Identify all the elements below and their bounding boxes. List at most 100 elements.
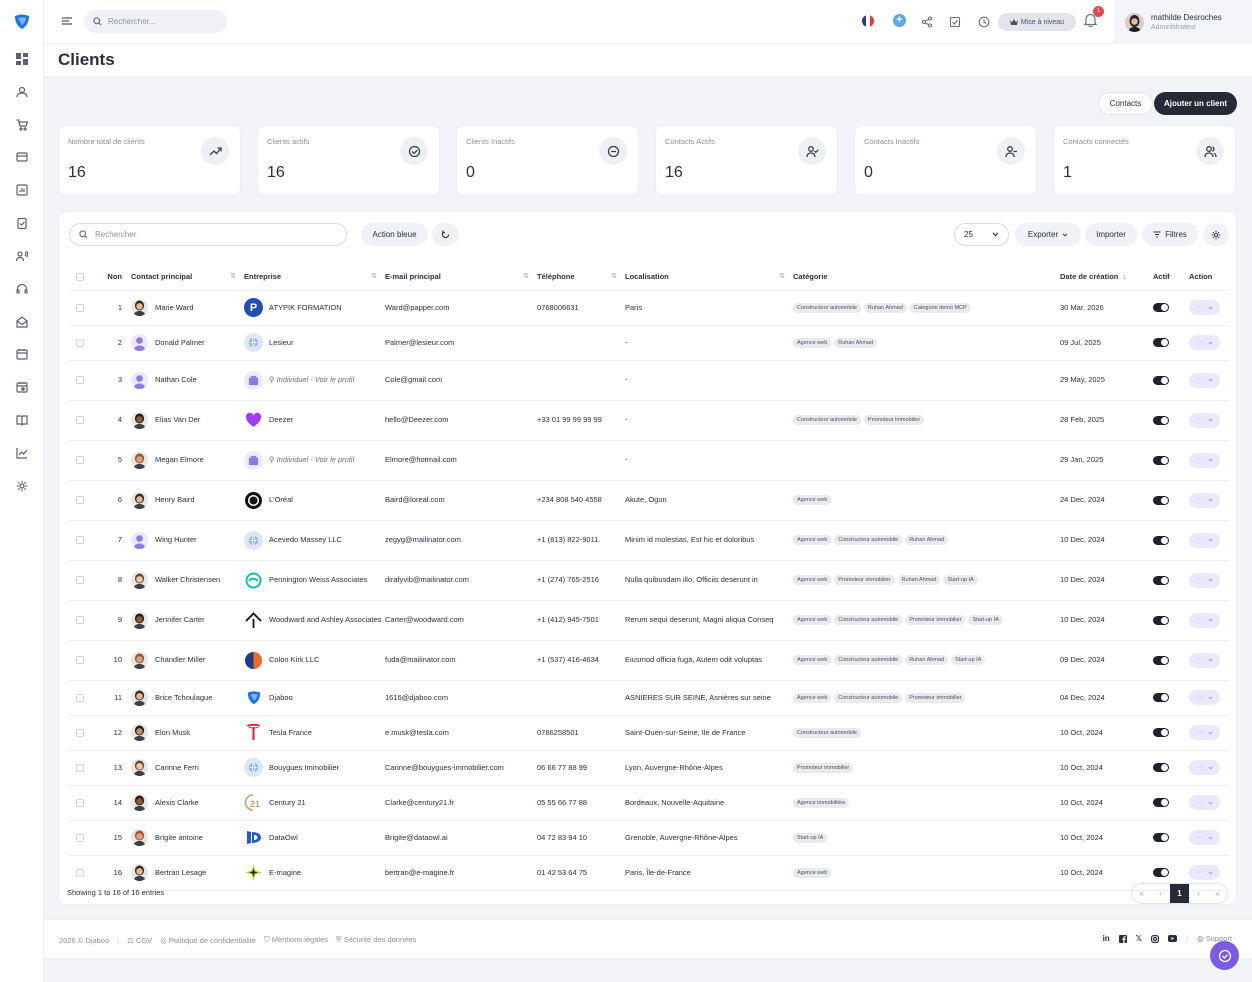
table-row[interactable]: 5 Megan Elmore ⚲ Individuel - Voir le pr…	[69, 440, 1229, 481]
privacy-link[interactable]: ◎ Politique de confidentialité	[160, 936, 256, 945]
contact-cell[interactable]: Alexis Clarke	[131, 785, 244, 821]
djaboo-logo-icon[interactable]	[13, 13, 31, 31]
active-toggle[interactable]	[1153, 693, 1169, 702]
contact-cell[interactable]: Chandler Miller	[131, 640, 244, 681]
company-name[interactable]: ATYPIK FORMATION	[269, 302, 342, 314]
user-menu[interactable]: mathilde Desroches Administrateur	[1114, 0, 1252, 44]
youtube-icon[interactable]	[1168, 935, 1178, 942]
column-settings-icon[interactable]	[1203, 223, 1229, 246]
table-row[interactable]: 7 Wing Hunter Acevedo Massey LLC zegyg@m…	[69, 520, 1229, 561]
contact-cell[interactable]: Elias Van Der	[131, 400, 244, 441]
linkedin-icon[interactable]: in	[1103, 934, 1110, 943]
row-checkbox[interactable]	[69, 290, 95, 326]
email-cell[interactable]: zegyg@mailinator.com	[385, 520, 537, 561]
table-row[interactable]: 10 Chandler Miller Colon Kirk LLC fuda@m…	[69, 640, 1229, 681]
table-row[interactable]: 15 Brigite antoine DataOwl Brigite@datao…	[69, 820, 1229, 856]
row-action-dropdown[interactable]: ···	[1189, 372, 1220, 388]
mail-open-icon[interactable]	[14, 314, 30, 330]
row-action-dropdown[interactable]: ···	[1189, 532, 1220, 548]
table-row[interactable]: 12 Elon Musk Tesla France e.musk@tesla.c…	[69, 715, 1229, 751]
row-action-dropdown[interactable]: ···	[1189, 452, 1220, 468]
company-name[interactable]: Woodward and Ashley Associates	[269, 614, 381, 626]
active-toggle[interactable]	[1153, 615, 1169, 625]
active-toggle[interactable]	[1153, 575, 1169, 585]
clipboard-icon[interactable]	[14, 215, 30, 231]
row-checkbox[interactable]	[69, 855, 95, 891]
contact-cell[interactable]: Wing Hunter	[131, 520, 244, 561]
email-cell[interactable]: e.musk@tesla.com	[385, 715, 537, 751]
quick-add-icon[interactable]: +	[893, 14, 906, 27]
page-size-select[interactable]: 25	[954, 223, 1009, 246]
col-contact[interactable]: Contact principal ⇅	[131, 264, 244, 291]
contact-cell[interactable]: Donald Palmer	[131, 325, 244, 361]
company-name[interactable]: E-magine	[269, 867, 301, 879]
contact-cell[interactable]: Henry Baird	[131, 480, 244, 521]
contact-cell[interactable]: Carinne Ferri	[131, 750, 244, 786]
active-toggle[interactable]	[1153, 728, 1169, 737]
col-email[interactable]: E-mail principal ⇅	[385, 264, 537, 291]
contact-cell[interactable]: Brice Tchoulague	[131, 680, 244, 716]
row-action-dropdown[interactable]: ···	[1189, 335, 1220, 350]
row-checkbox[interactable]	[69, 480, 95, 521]
email-cell[interactable]: Palmer@lesieur.com	[385, 325, 537, 361]
table-row[interactable]: 8 Walker Christensen Pennington Weiss As…	[69, 560, 1229, 601]
company-name[interactable]: ⚲ Individuel - Voir le profil	[269, 454, 354, 466]
company-name[interactable]: Tesla France	[269, 727, 312, 739]
email-cell[interactable]: bertran@e-magine.fr	[385, 855, 537, 891]
contact-cell[interactable]: Walker Christensen	[131, 560, 244, 601]
security-link[interactable]: ⛨ Sécurité des données	[336, 935, 416, 945]
company-name[interactable]: DataOwl	[269, 832, 298, 844]
row-checkbox[interactable]	[69, 520, 95, 561]
select-all-checkbox[interactable]	[69, 264, 95, 291]
contact-cell[interactable]: Brigite antoine	[131, 820, 244, 856]
row-checkbox[interactable]	[69, 680, 95, 716]
settings-icon[interactable]	[14, 478, 30, 494]
email-cell[interactable]: fuda@mailinator.com	[385, 640, 537, 681]
calendar-event-icon[interactable]	[14, 379, 30, 395]
row-checkbox[interactable]	[69, 560, 95, 601]
table-row[interactable]: 3 Nathan Cole ⚲ Individuel - Voir le pro…	[69, 360, 1229, 401]
book-icon[interactable]	[14, 412, 30, 428]
chat-support-button[interactable]	[1210, 941, 1239, 970]
company-name[interactable]: Deezer	[269, 414, 293, 426]
col-company[interactable]: Entreprise ⇅	[244, 264, 385, 291]
row-checkbox[interactable]	[69, 325, 95, 361]
row-action-dropdown[interactable]: ···	[1189, 690, 1220, 705]
company-name[interactable]: Colon Kirk LLC	[269, 654, 319, 666]
export-button[interactable]: Exporter	[1015, 223, 1081, 246]
row-action-dropdown[interactable]: ···	[1189, 572, 1220, 588]
table-row[interactable]: 2 Donald Palmer Lesieur Palmer@lesieur.c…	[69, 325, 1229, 361]
row-action-dropdown[interactable]: ···	[1189, 760, 1220, 775]
headset-icon[interactable]	[14, 281, 30, 297]
refresh-icon[interactable]	[432, 223, 459, 246]
page-first-button[interactable]: «	[1132, 884, 1151, 903]
email-cell[interactable]: Elmore@hotmail.com	[385, 440, 537, 481]
company-name[interactable]: ⚲ Individuel - Voir le profil	[269, 374, 354, 386]
company-name[interactable]: L'Oréal	[269, 494, 293, 506]
users-signal-icon[interactable]	[14, 248, 30, 264]
email-cell[interactable]: Cole@gmail.com	[385, 360, 537, 401]
task-check-icon[interactable]	[947, 14, 963, 30]
contact-cell[interactable]: Jennifer Carter	[131, 600, 244, 641]
x-icon[interactable]: 𝕏	[1136, 934, 1142, 943]
instagram-icon[interactable]	[1151, 934, 1160, 943]
row-checkbox[interactable]	[69, 750, 95, 786]
contact-cell[interactable]: Bertran Lesage	[131, 855, 244, 891]
email-cell[interactable]: Ward@papper.com	[385, 290, 537, 326]
table-search-input[interactable]	[95, 230, 335, 239]
page-next-button[interactable]: ›	[1189, 884, 1208, 903]
active-toggle[interactable]	[1153, 655, 1169, 665]
contact-cell[interactable]: Marie Ward	[131, 290, 244, 326]
page-prev-button[interactable]: ‹	[1151, 884, 1170, 903]
row-checkbox[interactable]	[69, 440, 95, 481]
email-cell[interactable]: 1616@djaboo.com	[385, 680, 537, 716]
company-name[interactable]: Pennington Weiss Associates	[269, 574, 367, 586]
email-cell[interactable]: Brigite@dataowl.ai	[385, 820, 537, 856]
upgrade-button[interactable]: Mise à niveau	[998, 13, 1076, 31]
menu-toggle-icon[interactable]	[60, 14, 74, 28]
email-cell[interactable]: Baird@loreal.com	[385, 480, 537, 521]
cart-icon[interactable]	[14, 117, 30, 133]
row-checkbox[interactable]	[69, 640, 95, 681]
active-toggle[interactable]	[1153, 415, 1169, 425]
report-icon[interactable]	[14, 182, 30, 198]
